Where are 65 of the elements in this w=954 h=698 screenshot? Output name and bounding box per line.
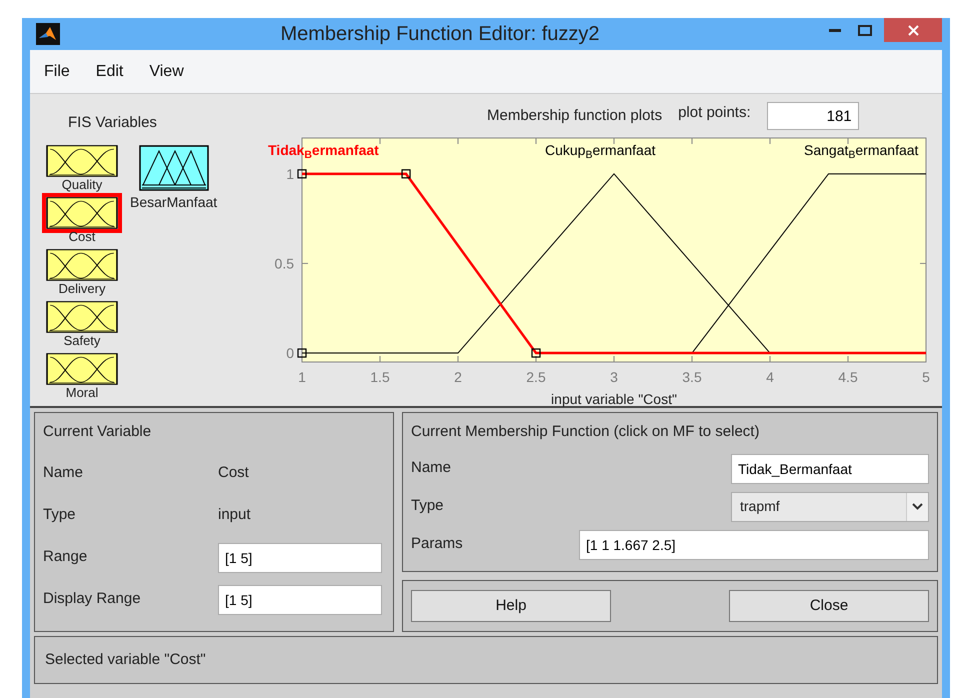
field-label: Range	[43, 547, 88, 568]
middle-mf-curve[interactable]	[302, 173, 770, 354]
x-tick-label: 4.5	[838, 369, 858, 385]
dialog-button[interactable]: Close	[729, 590, 929, 622]
x-tick-label: 4	[766, 369, 774, 385]
text-field[interactable]: [1 5]	[218, 584, 382, 614]
bell-curve-icon[interactable]	[46, 248, 118, 280]
marker-handle[interactable]	[297, 348, 307, 358]
bell-curve-icon[interactable]	[46, 352, 118, 384]
app-logo-icon	[36, 23, 60, 45]
bell-curve-icon[interactable]	[46, 300, 118, 332]
field-value: Cost	[218, 463, 249, 484]
panel-title: Current Variable	[43, 422, 152, 442]
bell-curve-icon[interactable]	[46, 144, 118, 176]
variable-label: Quality	[62, 176, 102, 192]
field-label: Name	[411, 458, 452, 478]
plot-title: Membership function plots	[487, 106, 662, 126]
right-mf-curve[interactable]	[692, 173, 926, 354]
x-tick-label: 3.5	[682, 369, 702, 385]
mf-label[interactable]: Sangat$_{B}$ermanfaat	[804, 140, 918, 161]
x-tick-label: 2	[454, 369, 462, 385]
variable-label: Cost	[68, 228, 96, 244]
mf-label[interactable]: Tidak$_{B}$ermanfaat	[268, 140, 379, 161]
x-tick-label: 3	[610, 369, 618, 385]
plot-points-label: plot points:	[678, 102, 751, 123]
left-mf-curve[interactable]	[302, 172, 926, 354]
y-tick-label: 1	[286, 166, 294, 182]
type-dropdown[interactable]: trapmf	[731, 492, 929, 522]
chevron-down-icon	[912, 503, 923, 510]
menu-item[interactable]: File	[34, 60, 80, 84]
field-label: Type	[411, 496, 444, 516]
field-label: Display Range	[43, 589, 142, 610]
triangle-mf-icon[interactable]	[138, 144, 209, 190]
text-field[interactable]: [1 1 1.667 2.5]	[579, 530, 929, 560]
variable-label: Safety	[64, 332, 100, 348]
x-axis-label: input variable "Cost"	[551, 391, 677, 407]
point-markers[interactable]	[297, 169, 541, 358]
variable-label: BesarManfaat	[130, 192, 218, 210]
close-icon	[908, 24, 918, 36]
mf-label[interactable]: Cukup$_{B}$ermanfaat	[545, 140, 656, 161]
x-tick-label: 1	[298, 369, 306, 385]
variable-label: Moral	[66, 384, 98, 400]
field-value: input	[218, 505, 251, 526]
plot-points-field[interactable]: 181	[766, 102, 859, 130]
close-button[interactable]	[884, 18, 942, 42]
dialog-button[interactable]: Help	[411, 590, 611, 622]
maximize-icon	[858, 24, 872, 36]
section-title: FIS Variables	[68, 113, 158, 133]
x-tick-label: 5	[922, 369, 930, 385]
field-label: Params	[411, 534, 463, 554]
x-tick-label: 1.5	[370, 369, 390, 385]
status-text: Selected variable "Cost"	[45, 650, 206, 670]
y-tick-label: 0.5	[274, 255, 294, 272]
minimize-icon	[829, 28, 841, 32]
menu-item[interactable]: View	[139, 60, 194, 84]
text-field[interactable]: Tidak_Bermanfaat	[731, 454, 929, 484]
text-field[interactable]: [1 5]	[218, 542, 382, 572]
window-title: Membership Function Editor: fuzzy2	[279, 22, 601, 47]
field-label: Name	[43, 463, 84, 484]
menu-item[interactable]: Edit	[86, 60, 134, 84]
variable-label: Delivery	[58, 280, 106, 296]
x-tick-label: 2.5	[526, 369, 546, 385]
panel-title: Current Membership Function (click on MF to select)	[411, 422, 760, 442]
field-label: Type	[43, 505, 77, 526]
y-tick-label: 0	[286, 345, 294, 362]
